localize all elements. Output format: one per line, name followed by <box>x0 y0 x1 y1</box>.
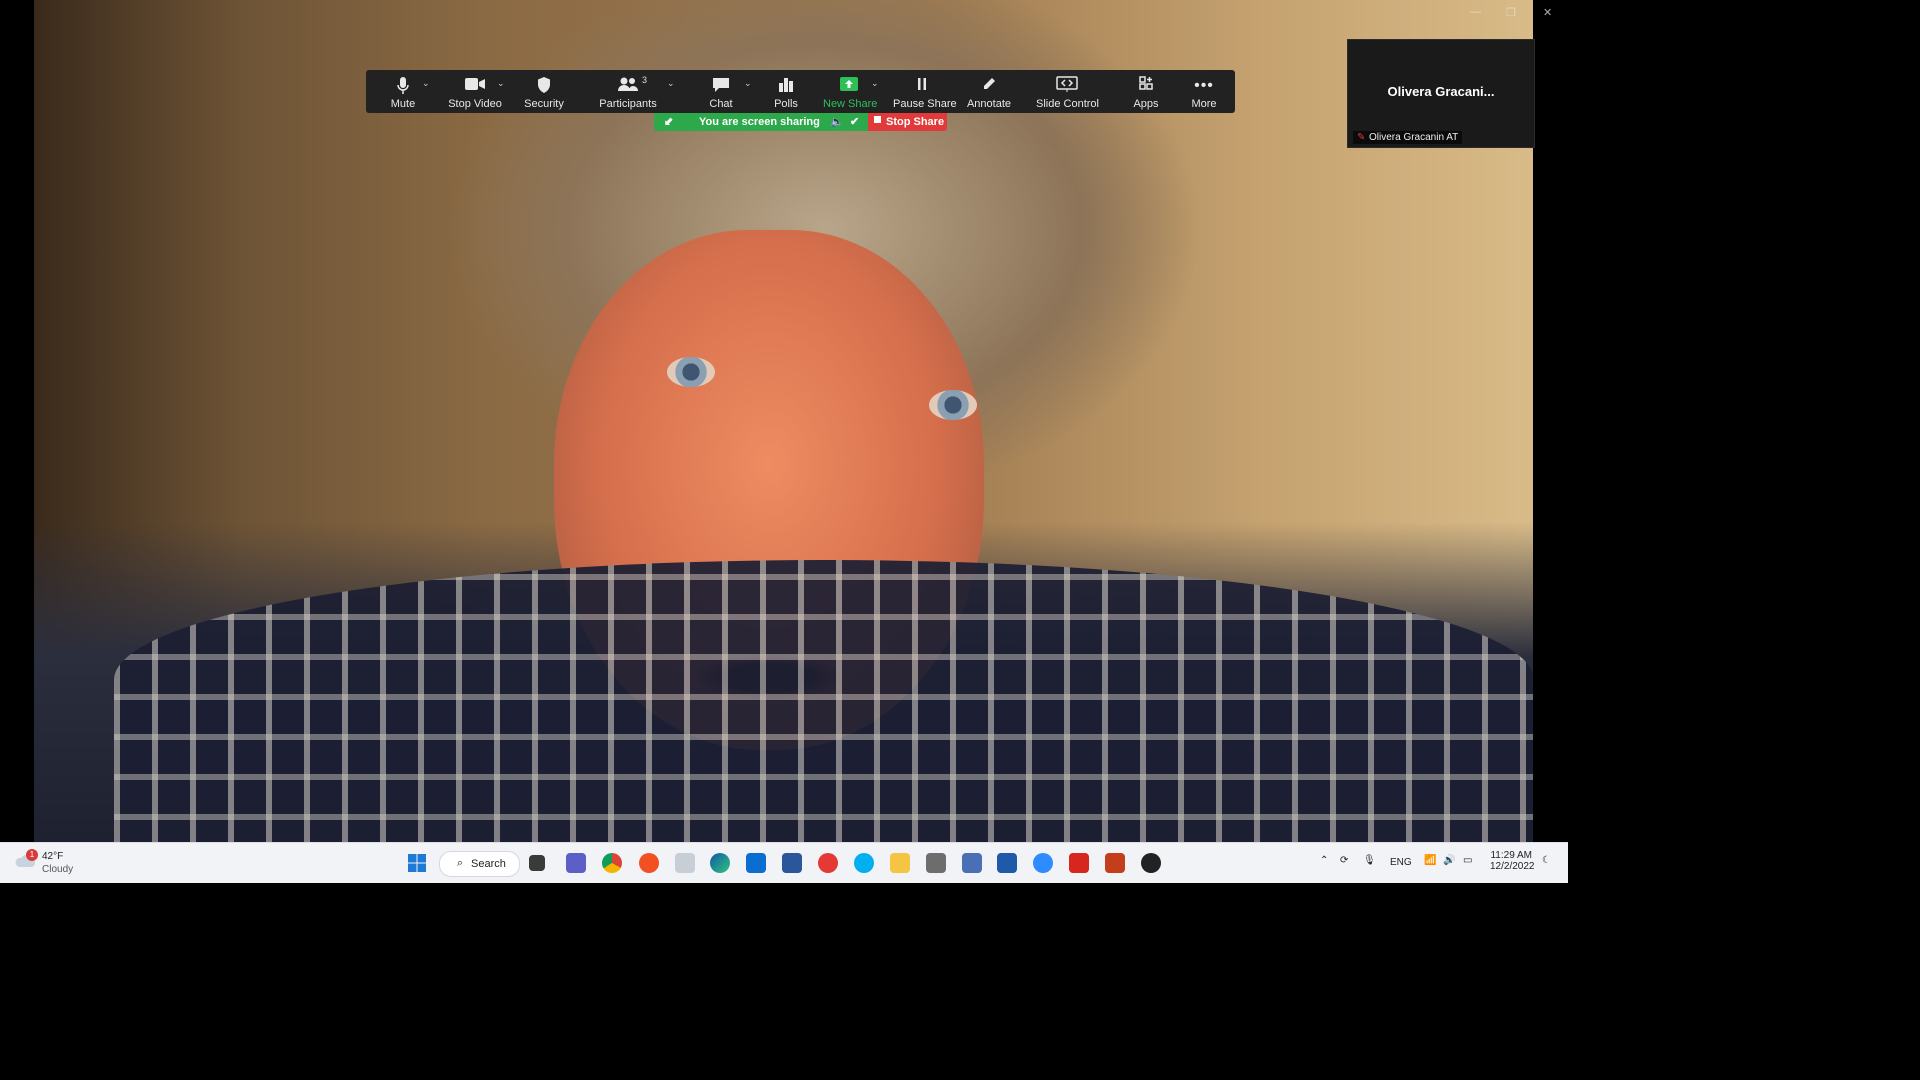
polls-label: Polls <box>774 98 798 110</box>
pin-icon[interactable]: ⬋ <box>664 115 673 128</box>
minimize-icon[interactable]: — <box>1470 6 1481 18</box>
security-button[interactable]: Security <box>519 70 569 113</box>
clock-time: 11:29 AM <box>1490 850 1532 861</box>
sync-icon[interactable]: ⟳ <box>1340 855 1348 895</box>
app-icon-red[interactable] <box>818 853 838 873</box>
battery-icon[interactable]: ▭ <box>1463 855 1472 895</box>
new-share-label: New Share <box>823 98 878 110</box>
task-view-icon[interactable] <box>529 855 545 871</box>
media-player-icon[interactable] <box>1141 853 1161 873</box>
mute-label: Mute <box>390 98 416 110</box>
zoom-icon[interactable] <box>1033 853 1053 873</box>
slide-control-label: Slide Control <box>1036 98 1099 110</box>
annotate-button[interactable]: Annotate <box>966 70 1012 113</box>
participant-name-tag-text: Olivera Gracanin AT <box>1369 132 1459 143</box>
chrome-icon[interactable] <box>602 853 622 873</box>
share-options-chevron-icon[interactable]: ⌄ <box>871 78 879 89</box>
pencil-icon <box>966 76 1012 96</box>
chat-bubble-icon <box>701 76 741 96</box>
stop-video-button[interactable]: Stop Video <box>446 70 504 113</box>
app-icon-gray[interactable] <box>675 853 695 873</box>
screen-sharing-bar: ⬋ You are screen sharing 🔈 ✔ <box>654 113 868 131</box>
polls-button[interactable]: Polls <box>768 70 804 113</box>
windows-taskbar: 1 42°F Cloudy ⌕ Search ⌃ ⟳ 🎙 ENG 📶 🔊 ▭ 1… <box>0 842 1568 883</box>
taskbar-search[interactable]: ⌕ Search <box>439 851 520 877</box>
powerpoint-icon[interactable] <box>1105 853 1125 873</box>
participants-options-chevron-icon[interactable]: ⌄ <box>667 78 675 89</box>
participant-name-tag: ✎ Olivera Gracanin AT <box>1353 131 1463 144</box>
microphone-tray-icon[interactable]: 🎙 <box>1363 855 1376 895</box>
shield-icon <box>519 76 569 96</box>
bar-chart-icon <box>768 76 804 96</box>
apps-label: Apps <box>1133 98 1159 110</box>
search-label: Search <box>471 858 506 870</box>
stop-square-icon <box>874 116 881 123</box>
weather-temp[interactable]: 42°F <box>42 851 63 862</box>
participants-icon <box>598 76 658 96</box>
windows-start-icon[interactable] <box>407 853 427 873</box>
volume-icon[interactable]: 🔊 <box>1443 855 1455 895</box>
participant-thumbnail[interactable]: Olivera Gracani... ✎ Olivera Gracanin AT <box>1347 39 1535 148</box>
muted-mic-icon: ✎ <box>1357 132 1366 143</box>
new-share-button[interactable]: New Share <box>823 70 878 113</box>
clock-date: 12/2/2022 <box>1490 861 1535 872</box>
file-explorer-icon[interactable] <box>890 853 910 873</box>
teams-chat-icon[interactable] <box>566 853 586 873</box>
participants-button[interactable]: Participants <box>598 70 658 113</box>
speaker-volume-icon[interactable]: 🔈 <box>830 115 844 128</box>
chat-label: Chat <box>709 98 733 110</box>
app-icon-red-circle[interactable] <box>639 853 659 873</box>
meeting-toolbar: Mute ⌄ Stop Video ⌄ Security Participant… <box>366 70 1235 113</box>
speaker-plaid-shirt <box>114 560 1533 842</box>
language-indicator[interactable]: ENG <box>1390 857 1412 897</box>
more-dots-icon: ••• <box>1194 77 1214 94</box>
share-arrow-up-icon <box>823 76 875 96</box>
pause-share-button[interactable]: Pause Share <box>893 70 957 113</box>
speaker-eye-right <box>929 390 977 420</box>
weather-alert-badge: 1 <box>26 849 38 861</box>
edge-icon[interactable] <box>710 853 730 873</box>
video-camera-icon <box>446 76 504 96</box>
restore-icon[interactable]: ❐ <box>1506 6 1516 19</box>
microphone-icon <box>380 76 426 96</box>
acrobat-icon[interactable] <box>1069 853 1089 873</box>
pause-icon <box>893 76 951 96</box>
skype-icon[interactable] <box>854 853 874 873</box>
slide-control-icon <box>1036 76 1098 96</box>
participant-display-name: Olivera Gracani... <box>1387 84 1495 99</box>
wifi-icon[interactable]: 📶 <box>1424 855 1436 895</box>
clock[interactable]: 11:29 AM 12/2/2022 <box>1490 850 1535 890</box>
slide-control-button[interactable]: Slide Control <box>1036 70 1099 113</box>
more-button[interactable]: ••• More <box>1186 70 1222 113</box>
notifications-icon[interactable]: ☾ <box>1542 855 1551 895</box>
app-icon-navy[interactable] <box>997 853 1017 873</box>
shield-check-icon: ✔ <box>850 116 860 128</box>
stop-share-label: Stop Share <box>886 116 945 128</box>
participants-count: 3 <box>642 75 648 85</box>
mute-button[interactable]: Mute <box>380 70 426 113</box>
chat-button[interactable]: Chat <box>701 70 741 113</box>
annotate-label: Annotate <box>966 98 1012 110</box>
pause-share-label: Pause Share <box>893 98 957 110</box>
app-icon-dark[interactable] <box>926 853 946 873</box>
participants-label: Participants <box>599 98 657 110</box>
security-label: Security <box>524 98 564 110</box>
app-icon-blue[interactable] <box>962 853 982 873</box>
mute-options-chevron-icon[interactable]: ⌄ <box>422 78 430 89</box>
search-icon: ⌕ <box>457 857 464 869</box>
show-hidden-icons-chevron-icon[interactable]: ⌃ <box>1320 855 1328 895</box>
stop-share-button[interactable]: Stop Share <box>868 113 947 131</box>
apps-button[interactable]: Apps <box>1128 70 1164 113</box>
stop-video-label: Stop Video <box>448 98 502 110</box>
close-icon[interactable]: ✕ <box>1543 6 1552 19</box>
chat-options-chevron-icon[interactable]: ⌄ <box>744 78 752 89</box>
more-label: More <box>1191 98 1217 110</box>
word-icon[interactable] <box>782 853 802 873</box>
store-icon[interactable] <box>746 853 766 873</box>
screen-sharing-status: You are screen sharing <box>699 116 820 128</box>
video-options-chevron-icon[interactable]: ⌄ <box>497 78 505 89</box>
weather-desc[interactable]: Cloudy <box>42 864 73 875</box>
apps-icon <box>1128 76 1164 96</box>
speaker-eye-left <box>667 357 715 387</box>
